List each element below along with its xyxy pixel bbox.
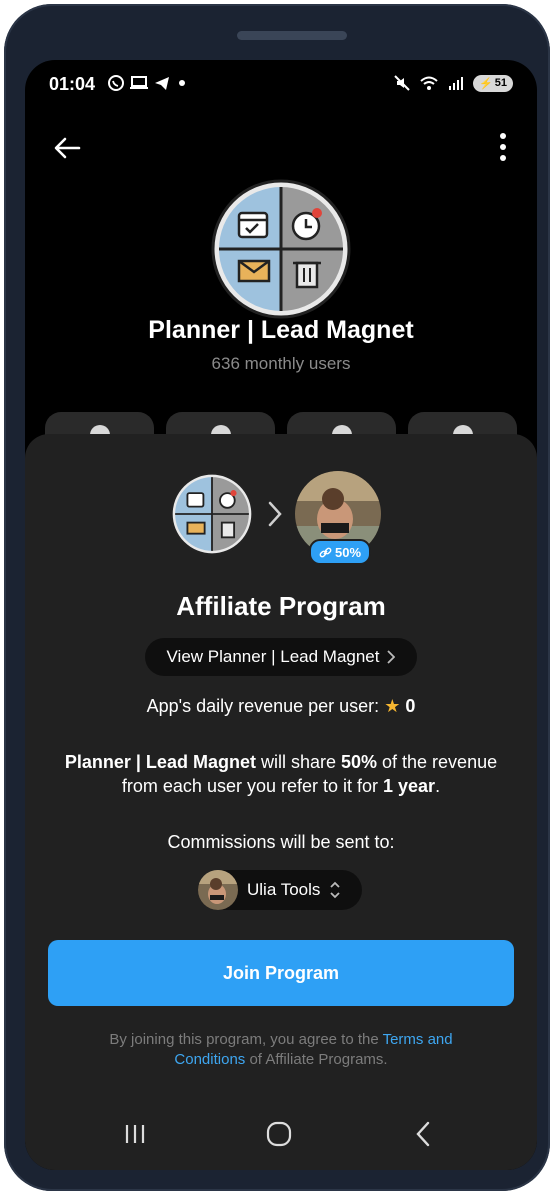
- commissions-label: Commissions will be sent to:: [167, 832, 395, 852]
- recents-icon: [125, 1125, 145, 1143]
- phone-frame: 01:04 ⚡ 51 Planner | Lead Magnet 636 mon…: [4, 4, 550, 1191]
- app-logo-small: [170, 472, 254, 556]
- signal-icon: [449, 77, 464, 90]
- share-app-name: Planner | Lead Magnet: [64, 752, 256, 772]
- share-percent: 50%: [340, 752, 378, 772]
- speaker-grille: [237, 31, 347, 40]
- recents-button[interactable]: [115, 1116, 155, 1152]
- join-program-button[interactable]: Join Program: [48, 940, 514, 1006]
- app-logo: [211, 179, 351, 319]
- chevron-right-icon: [268, 501, 282, 527]
- more-vertical-icon[interactable]: [495, 130, 511, 164]
- recipient-selector[interactable]: Ulia Tools: [198, 870, 362, 910]
- terms-notice: By joining this program, you agree to th…: [75, 1030, 487, 1070]
- avatar: [198, 870, 238, 910]
- share-description: Planner | Lead Magnet will share 50% of …: [45, 750, 517, 798]
- battery-icon: ⚡ 51: [473, 74, 513, 92]
- home-button[interactable]: [259, 1116, 299, 1152]
- screen: 01:04 ⚡ 51 Planner | Lead Magnet 636 mon…: [25, 60, 537, 1170]
- system-icons: ⚡ 51: [393, 74, 513, 92]
- recipient-name: Ulia Tools: [247, 880, 321, 899]
- view-app-label: View Planner | Lead Magnet: [166, 647, 380, 666]
- revenue-label: App's daily revenue per user:: [146, 696, 380, 716]
- terms-prefix: By joining this program, you agree to th…: [109, 1031, 383, 1048]
- mute-icon: [394, 75, 410, 91]
- dot-icon: [179, 80, 185, 86]
- revenue-value: 0: [405, 696, 416, 716]
- terms-suffix: of Affiliate Programs.: [245, 1051, 388, 1068]
- affiliate-title: Affiliate Program: [176, 591, 386, 621]
- share-text-1: will share: [255, 752, 341, 772]
- link-icon: [319, 547, 332, 557]
- notification-icons: [107, 74, 189, 92]
- affiliate-flow: 50%: [167, 471, 387, 565]
- laptop-icon: [130, 76, 148, 89]
- battery-level: 51: [494, 77, 507, 89]
- share-duration: 1 year: [383, 776, 436, 796]
- star-icon: ★: [384, 696, 401, 716]
- system-nav-bar: [25, 1106, 537, 1166]
- wifi-icon: [420, 76, 438, 90]
- chevron-updown-icon: [330, 881, 341, 899]
- badge-label: 50%: [335, 544, 362, 560]
- whatsapp-icon: [108, 75, 124, 91]
- status-time: 01:04: [49, 74, 96, 94]
- status-bar: 01:04 ⚡ 51: [25, 60, 537, 108]
- app-title: Planner | Lead Magnet: [148, 316, 414, 344]
- chevron-right-icon: [387, 650, 396, 664]
- daily-revenue: App's daily revenue per user: ★ 0: [25, 696, 537, 717]
- view-app-button[interactable]: View Planner | Lead Magnet: [145, 638, 417, 676]
- arrow-left-icon[interactable]: [51, 132, 83, 164]
- share-text-3: .: [435, 776, 441, 796]
- commission-badge: 50%: [309, 539, 372, 565]
- home-icon: [266, 1121, 292, 1147]
- back-button[interactable]: [403, 1116, 443, 1152]
- telegram-icon: [155, 77, 169, 90]
- app-subtitle: 636 monthly users: [211, 354, 351, 373]
- back-nav-icon: [416, 1121, 430, 1147]
